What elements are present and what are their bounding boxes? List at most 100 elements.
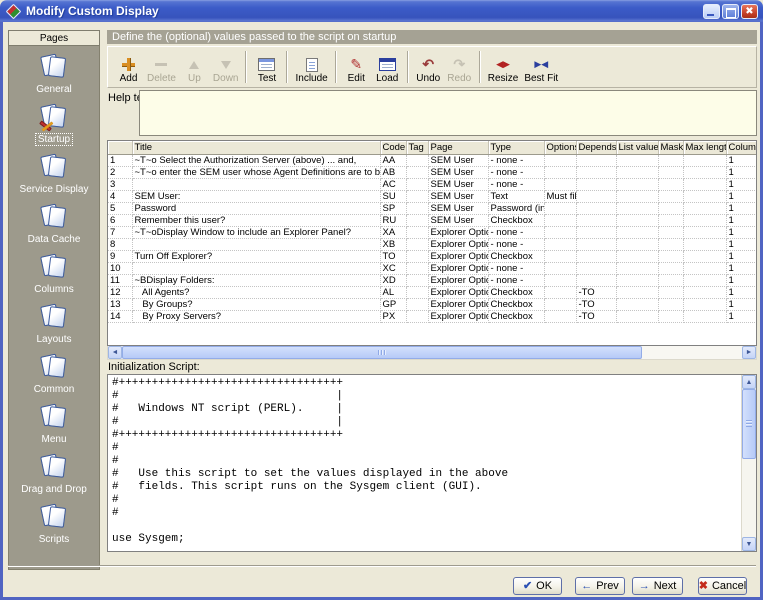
sidebar-item-startup[interactable]: Startup <box>9 104 99 145</box>
table-cell <box>658 203 683 215</box>
help-text-input[interactable] <box>139 90 757 136</box>
sidebar-item-drag-and-drop[interactable]: Drag and Drop <box>9 454 99 495</box>
init-script-editor[interactable]: #++++++++++++++++++++++++++++++++++ # | … <box>107 374 757 552</box>
column-header-type[interactable]: Type <box>488 141 544 155</box>
prev-button[interactable]: ←Prev <box>575 577 625 595</box>
column-header-depends-on[interactable]: Depends on <box>576 141 616 155</box>
table-row[interactable]: 6Remember this user?RUSEM UserCheckbox1 <box>108 215 756 227</box>
include-button[interactable]: Include <box>292 49 330 85</box>
sidebar-item-list: General Startup Service Display Data Cache C… <box>8 46 100 570</box>
pages-icon <box>38 104 70 132</box>
vertical-scroll-thumb[interactable] <box>742 389 756 459</box>
minimize-button[interactable] <box>703 4 720 19</box>
pages-icon <box>38 504 70 532</box>
sidebar-item-layouts[interactable]: Layouts <box>9 304 99 345</box>
column-header-column[interactable]: Column <box>726 141 756 155</box>
pages-icon <box>38 404 70 432</box>
vertical-scroll-track[interactable] <box>742 459 756 537</box>
table-cell: Must fill <box>544 191 576 203</box>
redo-button: ↷Redo <box>444 49 475 85</box>
sidebar-item-general[interactable]: General <box>9 54 99 95</box>
cancel-button[interactable]: ✖Cancel <box>698 577 747 595</box>
table-cell: ~T~o Select the Authorization Server (ab… <box>132 155 380 167</box>
edit-button[interactable]: ✎Edit <box>341 49 372 85</box>
column-header-max-length[interactable]: Max length <box>683 141 726 155</box>
modify-custom-display-window: Modify Custom Display Pages GeneralStart… <box>0 0 763 600</box>
table-cell <box>658 215 683 227</box>
table-cell: - none - <box>488 167 544 179</box>
page-front-icon <box>48 156 66 178</box>
page-front-icon <box>48 206 66 228</box>
table-cell <box>406 203 428 215</box>
init-script-text[interactable]: #++++++++++++++++++++++++++++++++++ # | … <box>108 375 756 548</box>
table-cell <box>406 155 428 167</box>
footer-button-label: Next <box>654 580 677 592</box>
scroll-left-arrow-icon[interactable]: ◄ <box>108 346 122 359</box>
sidebar-item-common[interactable]: Common <box>9 354 99 395</box>
table-cell: Explorer Options <box>428 227 488 239</box>
table-cell <box>576 227 616 239</box>
column-header-rownum[interactable] <box>108 141 132 155</box>
column-header-tag[interactable]: Tag <box>406 141 428 155</box>
sidebar-item-menu[interactable]: Menu <box>9 404 99 445</box>
table-row[interactable]: 11~BDisplay Folders:XDExplorer Options- … <box>108 275 756 287</box>
page-front-icon <box>48 256 66 278</box>
table-row[interactable]: 7~T~oDisplay Window to include an Explor… <box>108 227 756 239</box>
sidebar-item-service-display[interactable]: Service Display <box>9 154 99 195</box>
column-header-mask[interactable]: Mask <box>658 141 683 155</box>
column-header-list-values[interactable]: List values <box>616 141 658 155</box>
cancel-x-icon: ✖ <box>699 581 708 592</box>
column-header-options[interactable]: Options <box>544 141 576 155</box>
scroll-right-arrow-icon[interactable]: ► <box>742 346 756 359</box>
grid-horizontal-scrollbar[interactable]: ◄ ► <box>107 346 757 360</box>
table-cell: SEM User: <box>132 191 380 203</box>
table-row[interactable]: 8XBExplorer Options- none -1 <box>108 239 756 251</box>
pages-header[interactable]: Pages <box>8 30 100 46</box>
table-row[interactable]: 4SEM User:SUSEM UserTextMust fill1 <box>108 191 756 203</box>
table-cell: - none - <box>488 239 544 251</box>
resize-button[interactable]: ◀▶Resize <box>485 49 522 85</box>
script-vertical-scrollbar[interactable]: ▲ ▼ <box>741 375 756 551</box>
column-header-code[interactable]: Code <box>380 141 406 155</box>
maximize-button[interactable] <box>722 4 739 19</box>
toolbar: AddDeleteUpDownTestInclude✎EditLoad↶Undo… <box>107 46 757 88</box>
sidebar-item-label: General <box>34 84 74 95</box>
add-button[interactable]: Add <box>113 49 144 85</box>
horizontal-scroll-track[interactable] <box>642 346 742 359</box>
sidebar-item-scripts[interactable]: Scripts <box>9 504 99 545</box>
table-cell <box>544 275 576 287</box>
table-cell <box>683 203 726 215</box>
table-cell: ~BDisplay Folders: <box>132 275 380 287</box>
next-button[interactable]: →Next <box>632 577 683 595</box>
close-button[interactable] <box>741 4 758 19</box>
table-cell <box>616 299 658 311</box>
table-row[interactable]: 3ACSEM User- none -1 <box>108 179 756 191</box>
column-header-title[interactable]: Title <box>132 141 380 155</box>
toolbar-button-label: Edit <box>348 73 365 84</box>
table-row[interactable]: 5PasswordSPSEM UserPassword (input)1 <box>108 203 756 215</box>
test-button[interactable]: Test <box>251 49 282 85</box>
sidebar-item-data-cache[interactable]: Data Cache <box>9 204 99 245</box>
window-border-left <box>0 22 3 600</box>
best-fit-arrows-icon: ▶◀ <box>534 56 548 73</box>
load-button[interactable]: Load <box>372 49 403 85</box>
table-row[interactable]: 1~T~o Select the Authorization Server (a… <box>108 155 756 167</box>
column-header-page[interactable]: Page <box>428 141 488 155</box>
table-row[interactable]: 2~T~o enter the SEM user whose Agent Def… <box>108 167 756 179</box>
table-cell: SEM User <box>428 179 488 191</box>
table-row[interactable]: 14 By Proxy Servers?PXExplorer OptionsCh… <box>108 311 756 323</box>
table-cell: 1 <box>726 239 756 251</box>
ok-button[interactable]: ✔OK <box>513 577 562 595</box>
table-row[interactable]: 10XCExplorer Options- none -1 <box>108 263 756 275</box>
scroll-down-arrow-icon[interactable]: ▼ <box>742 537 756 551</box>
toolbar-separator <box>286 51 288 83</box>
best-fit-button[interactable]: ▶◀Best Fit <box>521 49 561 85</box>
table-row[interactable]: 12 All Agents?ALExplorer OptionsCheckbox… <box>108 287 756 299</box>
scroll-up-arrow-icon[interactable]: ▲ <box>742 375 756 389</box>
undo-button[interactable]: ↶Undo <box>413 49 444 85</box>
table-cell: TO <box>380 251 406 263</box>
table-row[interactable]: 13 By Groups?GPExplorer OptionsCheckbox-… <box>108 299 756 311</box>
table-row[interactable]: 9Turn Off Explorer?TOExplorer OptionsChe… <box>108 251 756 263</box>
horizontal-scroll-thumb[interactable] <box>122 346 642 359</box>
sidebar-item-columns[interactable]: Columns <box>9 254 99 295</box>
